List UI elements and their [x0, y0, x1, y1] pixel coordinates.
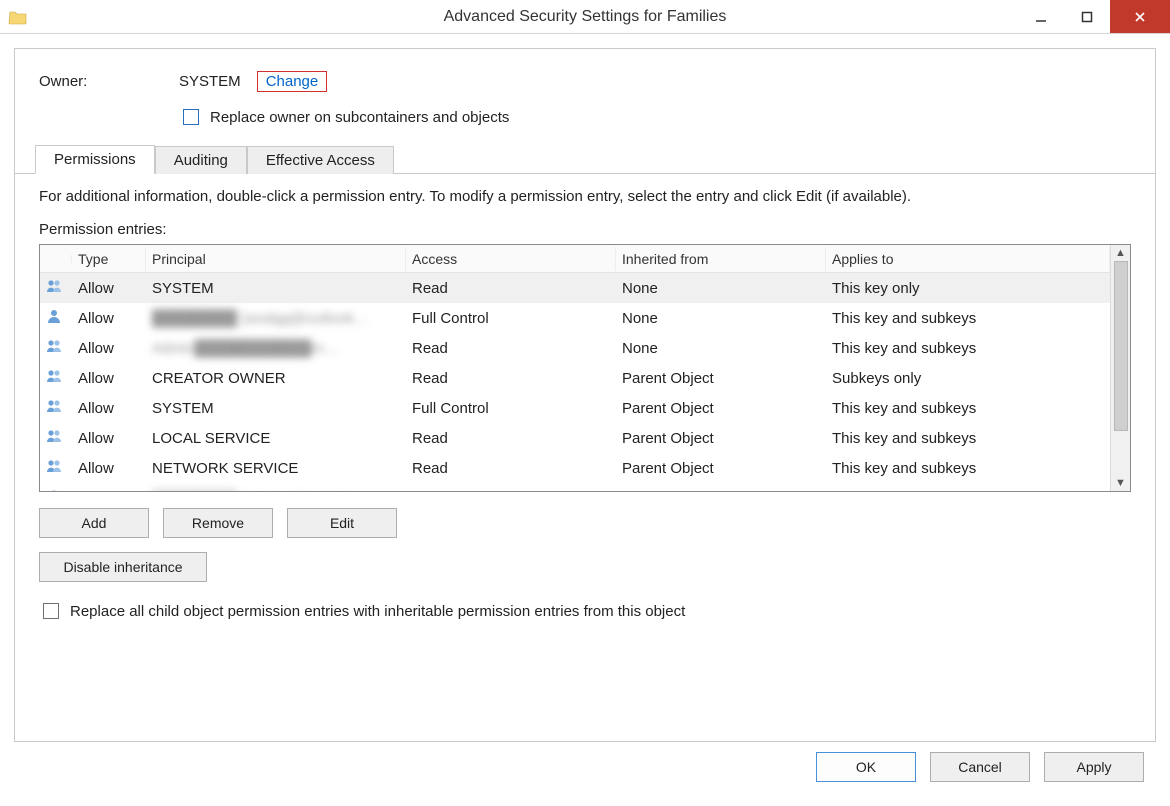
cell-inherited: None	[616, 337, 826, 360]
scroll-down-icon[interactable]: ▼	[1115, 477, 1126, 489]
cell-principal: ████████ (axalgg@outlook…	[146, 307, 406, 330]
owner-label: Owner:	[39, 73, 169, 90]
tab-permissions[interactable]: Permissions	[35, 145, 155, 174]
cell-type: Allow	[72, 397, 146, 420]
permission-listview[interactable]: Type Principal Access Inherited from App…	[39, 244, 1131, 492]
table-row[interactable]: AllowLOCAL SERVICEReadParent ObjectThis …	[40, 423, 1110, 453]
tab-auditing[interactable]: Auditing	[155, 146, 247, 174]
group-icon	[40, 365, 72, 391]
table-row[interactable]: AllowAdmin███████████m…ReadNoneThis key …	[40, 333, 1110, 363]
table-row[interactable]: Allow████████ (axalgg@outlook…Full Contr…	[40, 303, 1110, 333]
col-applies[interactable]: Applies to	[826, 247, 1110, 271]
cell-applies: This key only	[826, 277, 1110, 300]
cell-type: Allow	[72, 487, 146, 492]
cell-principal: LOCAL SERVICE	[146, 427, 406, 450]
cell-type: Allow	[72, 427, 146, 450]
tab-effective-access[interactable]: Effective Access	[247, 146, 394, 174]
cell-access: Full Control	[406, 307, 616, 330]
col-type[interactable]: Type	[72, 247, 146, 271]
cell-applies: This key and subkeys	[826, 427, 1110, 450]
add-button[interactable]: Add	[39, 508, 149, 538]
permission-entries-label: Permission entries:	[39, 221, 1131, 238]
maximize-button[interactable]	[1064, 0, 1110, 33]
cell-access: Read	[406, 457, 616, 480]
cell-applies: Subkeys only	[826, 367, 1110, 390]
cell-applies: This key and subkeys	[826, 397, 1110, 420]
cell-inherited: Parent Object	[616, 487, 826, 492]
cell-type: Allow	[72, 277, 146, 300]
apply-button[interactable]: Apply	[1044, 752, 1144, 782]
col-inherited[interactable]: Inherited from	[616, 247, 826, 271]
cell-applies: This key and subkeys	[826, 307, 1110, 330]
cell-access: Full Control	[406, 397, 616, 420]
hint-text: For additional information, double-click…	[39, 188, 1131, 205]
listview-header: Type Principal Access Inherited from App…	[40, 245, 1110, 273]
table-row[interactable]: Allow████████ (dudiag@outlook…ReadParent…	[40, 483, 1110, 491]
edit-button[interactable]: Edit	[287, 508, 397, 538]
cell-type: Allow	[72, 307, 146, 330]
user-icon	[40, 485, 72, 491]
titlebar: Advanced Security Settings for Families	[0, 0, 1170, 34]
cell-inherited: None	[616, 277, 826, 300]
cell-inherited: Parent Object	[616, 367, 826, 390]
cell-inherited: Parent Object	[616, 427, 826, 450]
col-principal[interactable]: Principal	[146, 247, 406, 271]
cell-access: Read	[406, 367, 616, 390]
group-icon	[40, 275, 72, 301]
user-icon	[40, 305, 72, 331]
col-access[interactable]: Access	[406, 247, 616, 271]
cell-principal: SYSTEM	[146, 277, 406, 300]
cell-inherited: Parent Object	[616, 457, 826, 480]
cell-access: Read	[406, 427, 616, 450]
ok-button[interactable]: OK	[816, 752, 916, 782]
folder-icon	[8, 7, 28, 27]
cell-principal: Admin███████████m…	[146, 337, 406, 360]
cell-applies: This key and subkeys	[826, 487, 1110, 492]
table-row[interactable]: AllowCREATOR OWNERReadParent ObjectSubke…	[40, 363, 1110, 393]
group-icon	[40, 395, 72, 421]
cell-principal: NETWORK SERVICE	[146, 457, 406, 480]
cell-access: Read	[406, 487, 616, 492]
cell-applies: This key and subkeys	[826, 337, 1110, 360]
cell-applies: This key and subkeys	[826, 457, 1110, 480]
table-row[interactable]: AllowSYSTEMReadNoneThis key only	[40, 273, 1110, 303]
tabstrip: Permissions Auditing Effective Access	[15, 142, 1155, 174]
disable-inheritance-button[interactable]: Disable inheritance	[39, 552, 207, 582]
table-row[interactable]: AllowSYSTEMFull ControlParent ObjectThis…	[40, 393, 1110, 423]
cell-access: Read	[406, 337, 616, 360]
owner-value: SYSTEM	[179, 73, 241, 90]
cell-type: Allow	[72, 457, 146, 480]
replace-child-label: Replace all child object permission entr…	[70, 603, 685, 620]
table-row[interactable]: AllowNETWORK SERVICEReadParent ObjectThi…	[40, 453, 1110, 483]
remove-button[interactable]: Remove	[163, 508, 273, 538]
replace-owner-label: Replace owner on subcontainers and objec…	[210, 109, 509, 126]
cancel-button[interactable]: Cancel	[930, 752, 1030, 782]
cell-type: Allow	[72, 337, 146, 360]
cell-inherited: Parent Object	[616, 397, 826, 420]
cell-type: Allow	[72, 367, 146, 390]
scroll-up-icon[interactable]: ▲	[1115, 247, 1126, 259]
replace-owner-checkbox[interactable]	[183, 109, 199, 125]
scroll-thumb[interactable]	[1114, 261, 1128, 431]
replace-child-checkbox[interactable]	[43, 603, 59, 619]
cell-inherited: None	[616, 307, 826, 330]
group-icon	[40, 455, 72, 481]
group-icon	[40, 335, 72, 361]
minimize-button[interactable]	[1018, 0, 1064, 33]
listview-scrollbar[interactable]: ▲ ▼	[1110, 245, 1130, 491]
close-button[interactable]	[1110, 0, 1170, 33]
cell-principal: SYSTEM	[146, 397, 406, 420]
window-title: Advanced Security Settings for Families	[0, 8, 1170, 26]
cell-principal: CREATOR OWNER	[146, 367, 406, 390]
change-owner-link[interactable]: Change	[257, 71, 328, 92]
group-icon	[40, 425, 72, 451]
cell-access: Read	[406, 277, 616, 300]
cell-principal: ████████ (dudiag@outlook…	[146, 487, 406, 492]
